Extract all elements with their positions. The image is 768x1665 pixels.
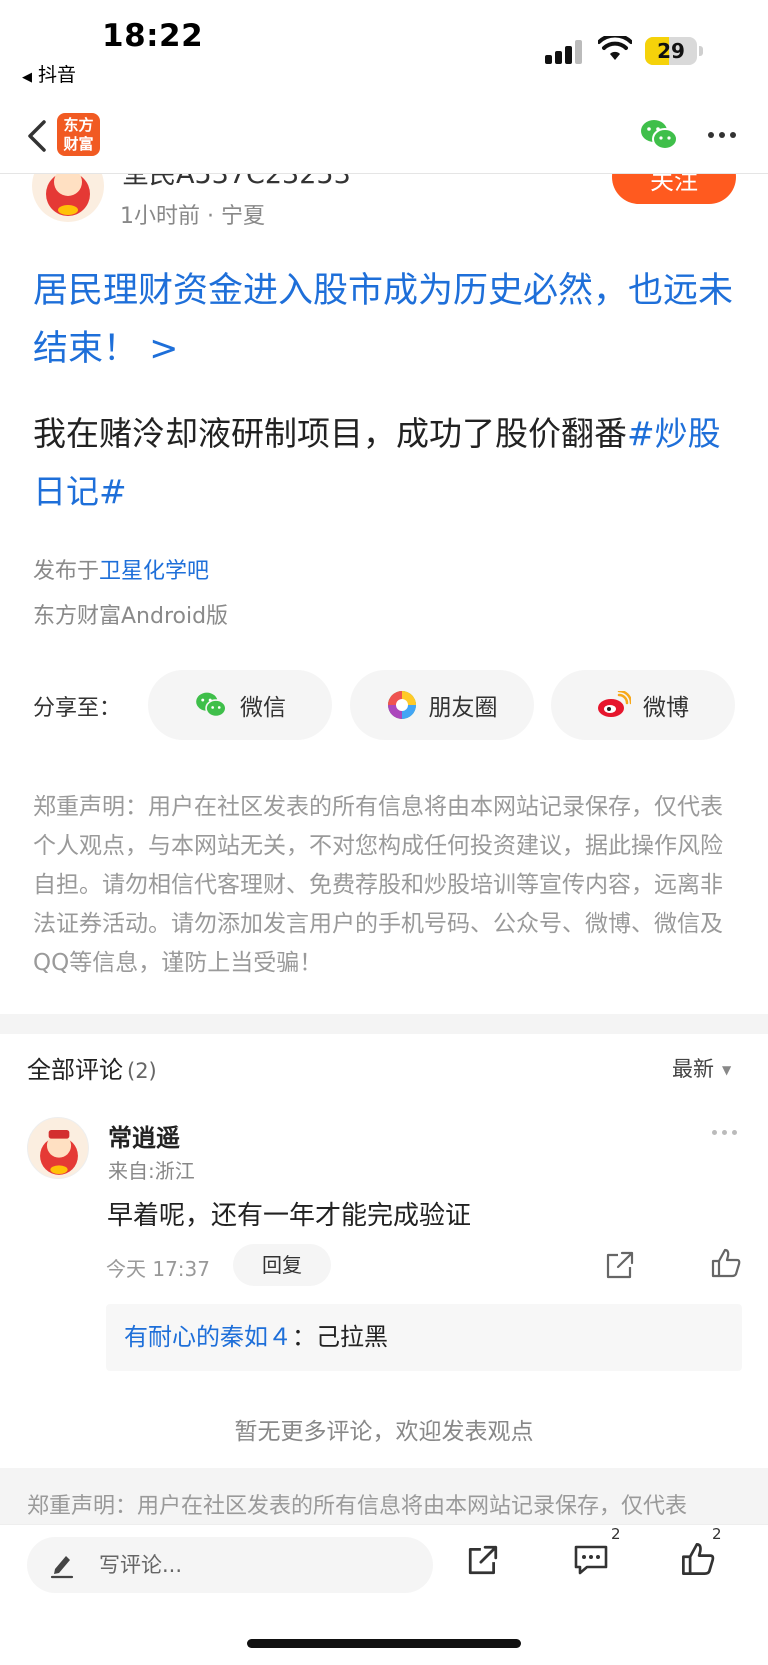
comment-time: 今天 17:37 <box>106 1257 210 1281</box>
post-meta: 1小时前 · 宁夏 <box>120 204 265 229</box>
logo-text: 东方财富 <box>63 116 94 153</box>
no-more-comments: 暂无更多评论，欢迎发表观点 <box>234 1419 534 1445</box>
footer-disclaimer: 郑重声明：用户在社区发表的所有信息将由本网站记录保存，仅代表 <box>27 1494 688 1519</box>
share-moments-label: 朋友圈 <box>428 695 498 721</box>
status-bar: 18:22 ◀ 抖音 29 <box>0 0 768 100</box>
article-title-link[interactable]: 居民理财资金进入股市成为历史必然，也远未结束！ > <box>33 262 738 378</box>
like-icon[interactable] <box>680 1541 716 1577</box>
share-wechat-button[interactable]: 微信 <box>148 670 332 740</box>
forum-link[interactable]: 卫星化学吧 <box>99 559 209 584</box>
post-body-text: 我在赌泠却液研制项目，成功了股价翻番 <box>33 414 627 453</box>
comment-icon[interactable] <box>573 1543 609 1577</box>
commenter-name[interactable]: 常逍遥 <box>108 1118 180 1153</box>
home-indicator[interactable] <box>247 1639 521 1648</box>
sub-reply-separator: ： <box>292 1323 316 1351</box>
share-weibo-label: 微博 <box>643 695 689 721</box>
disclaimer-text: 郑重声明：用户在社区发表的所有信息将由本网站记录保存，仅代表个人观点，与本网站无… <box>33 794 723 976</box>
commenter-avatar[interactable] <box>27 1117 89 1179</box>
share-moments-button[interactable]: 朋友圈 <box>350 670 534 740</box>
comments-header: 全部评论 (2) <box>27 1050 157 1085</box>
posted-in: 发布于卫星化学吧 <box>33 553 209 585</box>
sort-label: 最新 <box>672 1057 714 1081</box>
wechat-icon <box>196 692 227 718</box>
caret-down-icon: ▼ <box>722 1063 732 1077</box>
sub-reply[interactable]: 有耐心的秦如４：己拉黑 <box>106 1304 742 1371</box>
comment-count-badge: 2 <box>611 1525 621 1543</box>
sub-reply-text: 己拉黑 <box>316 1323 388 1351</box>
weibo-icon <box>598 691 631 717</box>
like-count-badge: 2 <box>712 1525 722 1543</box>
share-weibo-button[interactable]: 微博 <box>551 670 735 740</box>
post-body: 我在赌泠却液研制项目，成功了股价翻番#炒股日记# <box>33 405 738 521</box>
battery-level: 29 <box>657 39 685 63</box>
write-comment-placeholder: 写评论... <box>99 1553 183 1577</box>
sort-dropdown[interactable]: 最新 ▼ <box>672 1053 731 1083</box>
back-to-app-link[interactable]: ◀ 抖音 <box>22 60 76 87</box>
comment-like-icon[interactable] <box>710 1247 742 1279</box>
share-wechat-label: 微信 <box>240 695 286 721</box>
avatar-god-of-wealth-icon <box>40 1130 78 1175</box>
comment-share-icon[interactable] <box>604 1249 636 1281</box>
nav-bar: 东方财富 <box>0 100 768 174</box>
posted-in-prefix: 发布于 <box>33 559 100 584</box>
comments-count: (2) <box>127 1059 157 1083</box>
eastmoney-logo: 东方财富 <box>57 113 100 156</box>
client-source: 东方财富Android版 <box>33 604 229 629</box>
share-label: 分享至： <box>33 696 122 721</box>
wifi-icon <box>598 36 632 60</box>
moments-aperture-icon <box>387 691 416 719</box>
battery-icon: 29 <box>645 37 697 65</box>
sub-reply-user[interactable]: 有耐心的秦如４ <box>124 1323 292 1351</box>
reply-button[interactable]: 回复 <box>233 1244 331 1286</box>
comments-title: 全部评论 <box>27 1056 123 1084</box>
comment-more-icon[interactable] <box>712 1130 742 1136</box>
wechat-icon[interactable] <box>640 118 678 152</box>
share-icon[interactable] <box>466 1543 500 1577</box>
back-icon[interactable] <box>24 116 54 156</box>
pen-icon <box>50 1556 74 1579</box>
back-app-label: 抖音 <box>38 64 77 86</box>
back-triangle-icon: ◀ <box>22 70 32 85</box>
write-comment-input[interactable]: 写评论... <box>27 1537 433 1593</box>
status-time: 18:22 <box>102 18 204 54</box>
comment-text: 早着呢，还有一年才能完成验证 <box>107 1201 472 1231</box>
more-icon[interactable] <box>708 132 738 140</box>
commenter-location: 来自:浙江 <box>108 1159 195 1183</box>
cellular-signal-icon <box>545 40 585 64</box>
section-divider <box>0 1014 768 1034</box>
